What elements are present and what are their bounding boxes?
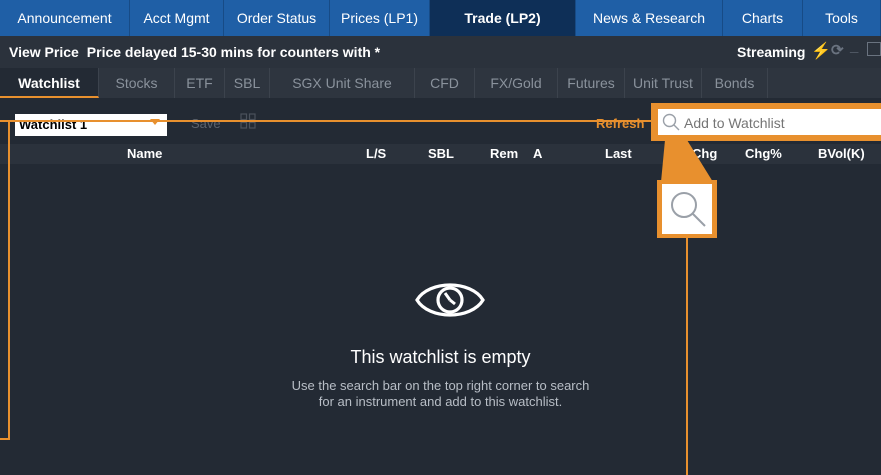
col-last[interactable]: Last: [605, 146, 632, 161]
maximize-icon[interactable]: [867, 42, 881, 56]
nav-order-status[interactable]: Order Status: [224, 0, 330, 36]
search-input[interactable]: [682, 111, 881, 135]
instrument-tabs: Watchlist Stocks ETF SBL SGX Unit Share …: [0, 68, 881, 98]
col-chg-pct[interactable]: Chg%: [745, 146, 782, 161]
table-header: Name L/S SBL Rem A Last Chg Chg% BVol(K): [0, 144, 881, 164]
search-icon: [671, 192, 706, 227]
nav-announcement[interactable]: Announcement: [0, 0, 130, 36]
col-name[interactable]: Name: [127, 146, 162, 161]
nav-news-research[interactable]: News & Research: [576, 0, 723, 36]
empty-description-line: Use the search bar on the top right corn…: [291, 378, 590, 393]
nav-tools[interactable]: Tools: [803, 0, 881, 36]
minimize-icon[interactable]: _: [850, 38, 858, 55]
search-icon: [662, 113, 680, 131]
tab-fx-gold[interactable]: FX/Gold: [475, 68, 558, 98]
annotation-line: [0, 120, 651, 122]
tab-watchlist[interactable]: Watchlist: [0, 68, 99, 98]
tab-bonds[interactable]: Bonds: [702, 68, 768, 98]
watchlist-select[interactable]: Watchlist 1: [15, 114, 167, 136]
tab-unit-trust[interactable]: Unit Trust: [625, 68, 702, 98]
save-button[interactable]: Save: [191, 116, 221, 131]
empty-watchlist-description: Use the search bar on the top right corn…: [0, 378, 881, 410]
tab-cfd[interactable]: CFD: [415, 68, 475, 98]
annotation-line: [0, 438, 10, 440]
eye-icon: [415, 283, 485, 317]
tab-futures[interactable]: Futures: [558, 68, 625, 98]
lightning-icon[interactable]: ⚡: [811, 41, 831, 61]
price-delay-notice: Price delayed 15-30 mins for counters wi…: [86, 44, 381, 60]
empty-description-line: for an instrument and add to this watchl…: [318, 394, 563, 409]
col-bvol[interactable]: BVol(K): [818, 146, 865, 161]
refresh-icon[interactable]: ⟳: [831, 41, 844, 59]
col-a[interactable]: A: [533, 146, 542, 161]
col-rem[interactable]: Rem: [490, 146, 518, 161]
view-price-title: View Price: [9, 44, 79, 60]
tab-stocks[interactable]: Stocks: [99, 68, 175, 98]
tab-sgx-unit-share[interactable]: SGX Unit Share: [270, 68, 415, 98]
view-price-bar: View Price Price delayed 15-30 mins for …: [0, 36, 881, 68]
nav-charts[interactable]: Charts: [723, 0, 803, 36]
refresh-button[interactable]: Refresh: [596, 116, 644, 131]
nav-prices-lp1[interactable]: Prices (LP1): [330, 0, 430, 36]
col-ls[interactable]: L/S: [366, 146, 386, 161]
tab-etf[interactable]: ETF: [175, 68, 225, 98]
nav-trade-lp2[interactable]: Trade (LP2): [430, 0, 576, 36]
search-bar[interactable]: [658, 109, 881, 135]
nav-acct-mgmt[interactable]: Acct Mgmt: [130, 0, 224, 36]
tab-sbl[interactable]: SBL: [225, 68, 270, 98]
annotation-line: [8, 120, 10, 440]
top-nav: Announcement Acct Mgmt Order Status Pric…: [0, 0, 881, 36]
empty-watchlist-title: This watchlist is empty: [350, 347, 531, 367]
annotation-line: [686, 238, 688, 475]
col-sbl[interactable]: SBL: [428, 146, 454, 161]
streaming-label: Streaming: [737, 44, 806, 60]
annotation-callout: [661, 140, 713, 182]
